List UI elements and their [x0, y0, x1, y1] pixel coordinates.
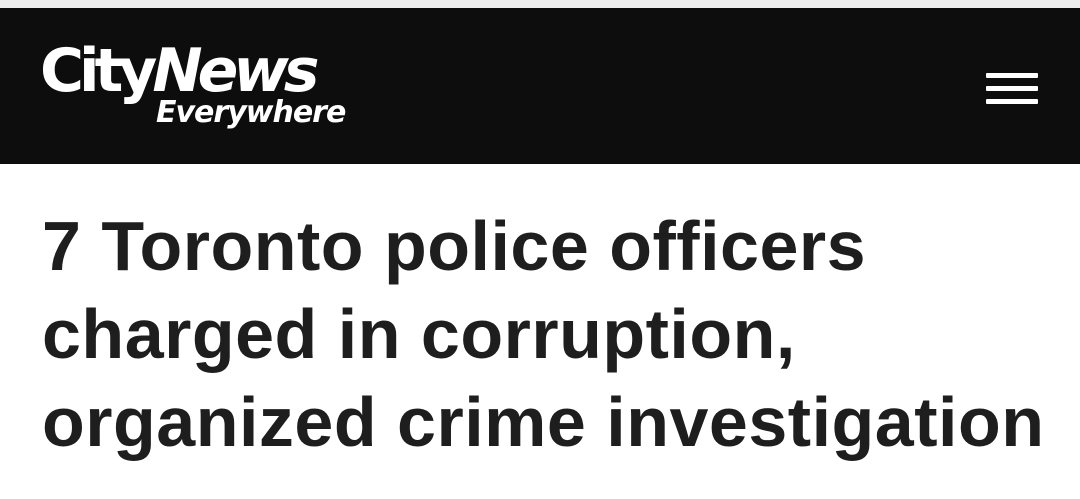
hamburger-menu-icon[interactable]: [978, 70, 1038, 118]
menu-bar-bottom: [986, 99, 1038, 104]
article-headline: 7 Toronto police officers charged in cor…: [42, 202, 1052, 466]
site-header: CityNews Everywhere: [0, 8, 1080, 164]
headline-line-2: charged in corruption,: [42, 295, 796, 373]
logo-city-text: City: [40, 36, 157, 106]
menu-bar-top: [986, 73, 1038, 78]
headline-line-3: organized crime investigation: [42, 383, 1045, 461]
status-strip: [0, 0, 1080, 8]
headline-line-1: 7 Toronto police officers: [42, 207, 867, 285]
citynews-logo[interactable]: CityNews Everywhere: [40, 38, 370, 138]
menu-bar-middle: [986, 86, 1038, 91]
logo-tagline: Everywhere: [156, 95, 346, 130]
